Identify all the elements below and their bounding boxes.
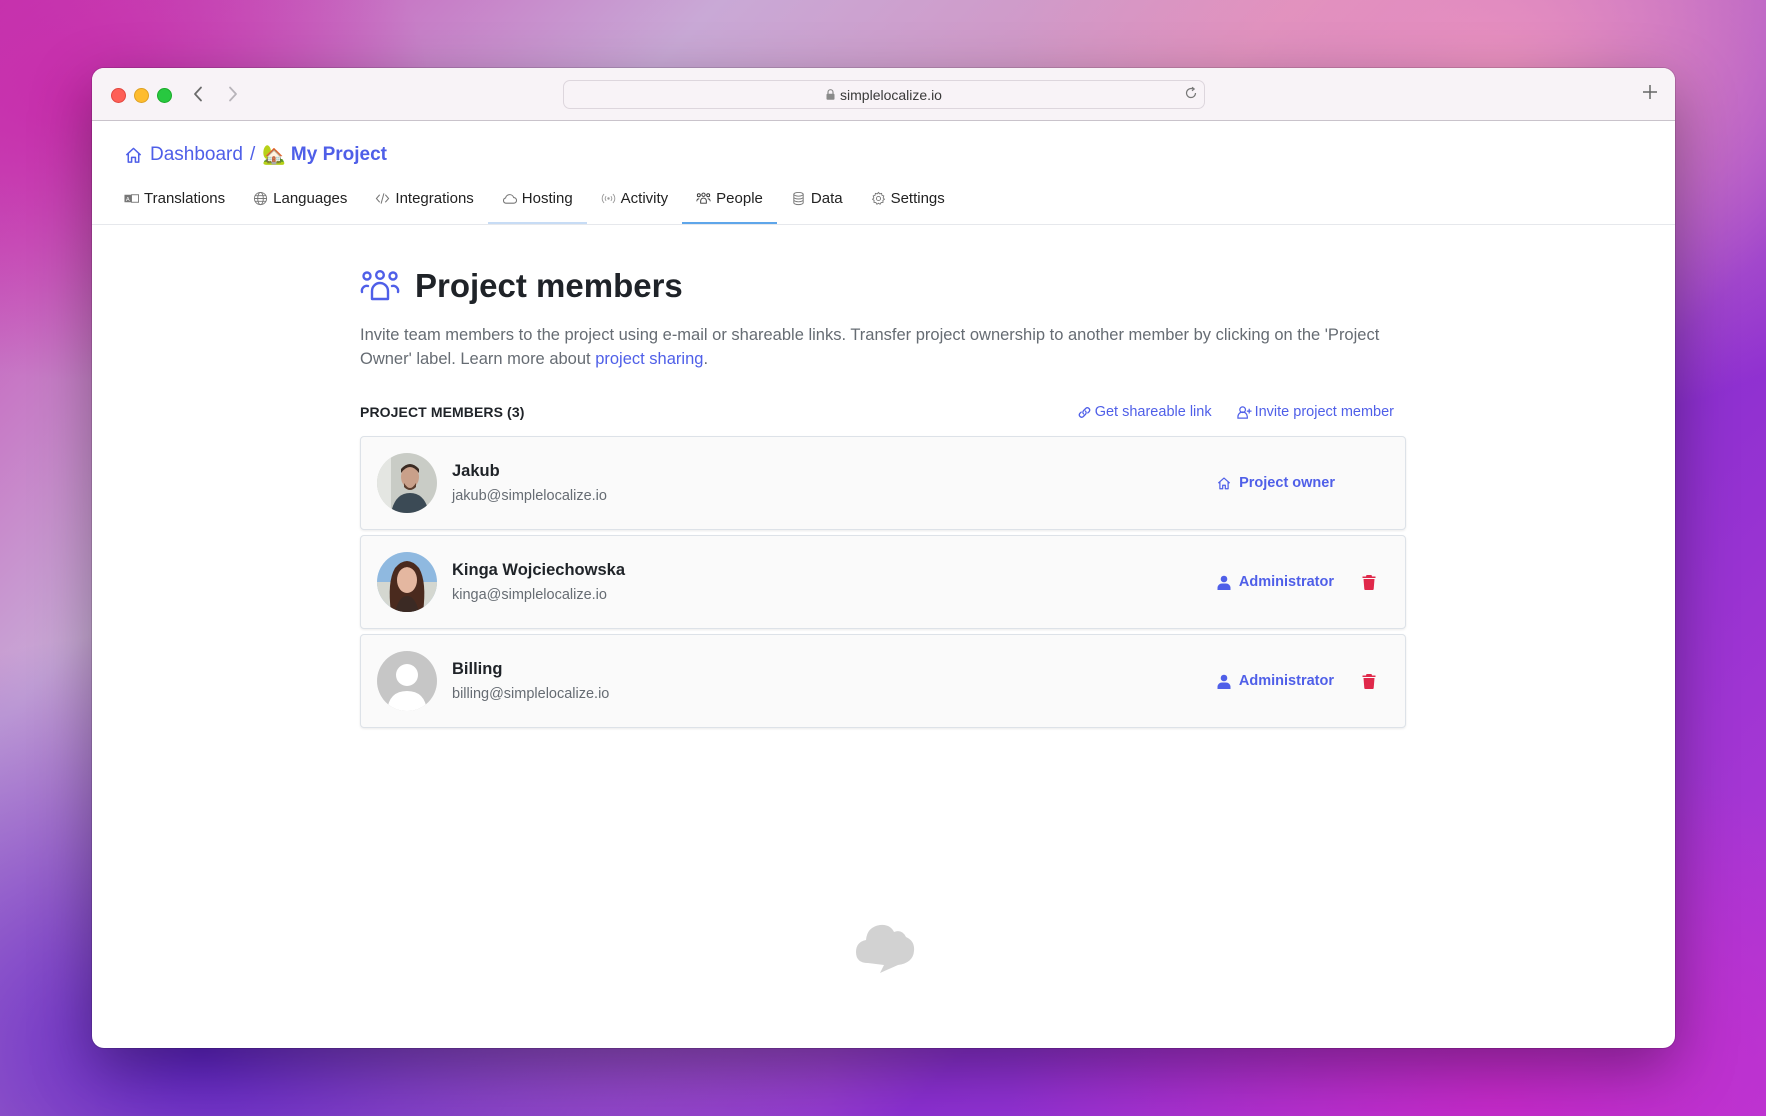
database-icon [793, 191, 804, 206]
project-sharing-link[interactable]: project sharing [595, 350, 703, 368]
member-role-button[interactable]: Administrator [1217, 574, 1334, 590]
globe-icon [254, 191, 268, 206]
member-info: Jakub jakub@simplelocalize.io [452, 462, 607, 504]
forward-button[interactable] [222, 82, 244, 106]
member-name: Billing [452, 660, 503, 678]
tab-label: Activity [620, 190, 669, 207]
member-info: Kinga Wojciechowska kinga@simplelocalize… [452, 561, 625, 603]
avatar [377, 453, 437, 513]
link-icon [1078, 406, 1090, 418]
browser-window: simplelocalize.io Dashboard / 🏡 My Proje… [92, 68, 1675, 1048]
get-shareable-link-label: Get shareable link [1094, 404, 1212, 420]
browser-toolbar: simplelocalize.io [92, 68, 1675, 121]
broadcast-icon [601, 193, 615, 204]
avatar [377, 651, 437, 711]
tab-label: Settings [890, 190, 945, 207]
member-role: Project owner [1239, 475, 1335, 491]
trash-icon[interactable] [1362, 673, 1376, 689]
tab-label: Translations [144, 190, 226, 207]
breadcrumb-project[interactable]: My Project [291, 144, 387, 166]
section-title: PROJECT MEMBERS (3) [360, 404, 525, 420]
user-icon [1217, 575, 1231, 590]
home-icon [125, 147, 142, 163]
member-name: Jakub [452, 462, 500, 480]
members-list: Jakub jakub@simplelocalize.io Project ow… [360, 436, 1406, 728]
breadcrumb-separator: / [249, 144, 256, 165]
main-content: Project members Invite team members to t… [360, 225, 1406, 733]
member-card: Jakub jakub@simplelocalize.io Project ow… [360, 436, 1406, 530]
tab-label: People [716, 190, 763, 207]
tab-translations[interactable]: A Translations [110, 173, 239, 224]
members-section-header: PROJECT MEMBERS (3) Get shareable link I… [360, 399, 1406, 425]
page-title: Project members [415, 267, 683, 304]
gear-icon [871, 191, 885, 205]
tab-people[interactable]: People [682, 173, 777, 224]
member-email: kinga@simplelocalize.io [452, 587, 607, 603]
member-role: Administrator [1238, 673, 1334, 689]
page-header: Project members [360, 267, 1406, 305]
code-icon [376, 193, 390, 204]
maximize-window-button[interactable] [157, 88, 172, 103]
people-icon [360, 270, 400, 301]
get-shareable-link-button[interactable]: Get shareable link [1077, 404, 1212, 420]
tab-hosting[interactable]: Hosting [487, 173, 587, 224]
reload-icon[interactable] [1184, 86, 1198, 100]
people-icon [696, 192, 711, 204]
lock-icon [826, 89, 835, 100]
cloud-logo-icon [856, 924, 915, 973]
member-card: Billing billing@simplelocalize.io Admini… [360, 634, 1406, 728]
avatar [377, 552, 437, 612]
tab-label: Hosting [521, 190, 573, 207]
window-controls [111, 88, 172, 103]
user-plus-icon [1236, 405, 1252, 419]
member-role: Administrator [1238, 574, 1334, 590]
project-owner-button[interactable]: Project owner [1217, 475, 1335, 491]
tab-data[interactable]: Data [777, 173, 857, 224]
cloud-icon [502, 194, 517, 204]
tab-settings[interactable]: Settings [857, 173, 959, 224]
invite-member-label: Invite project member [1254, 404, 1394, 420]
tab-activity[interactable]: Activity [587, 173, 683, 224]
member-name: Kinga Wojciechowska [452, 561, 625, 579]
chevron-right-icon [229, 86, 237, 102]
page-description: Invite team members to the project using… [360, 323, 1406, 371]
trash-icon[interactable] [1362, 574, 1376, 590]
project-tabs: A Translations Languages Integrations Ho… [110, 173, 959, 224]
description-suffix: . [703, 350, 709, 368]
svg-text:A: A [126, 197, 130, 203]
description-text: Invite team members to the project using… [360, 326, 1380, 368]
address-bar[interactable]: simplelocalize.io [563, 80, 1205, 109]
chevron-left-icon [194, 86, 202, 102]
member-role-button[interactable]: Administrator [1217, 673, 1334, 689]
member-info: Billing billing@simplelocalize.io [452, 660, 609, 702]
invite-member-button[interactable]: Invite project member [1236, 404, 1394, 420]
breadcrumb-dashboard[interactable]: Dashboard [150, 144, 243, 166]
member-email: billing@simplelocalize.io [452, 686, 610, 702]
plus-icon[interactable] [1641, 83, 1659, 101]
project-emoji: 🏡 [262, 145, 286, 166]
close-window-button[interactable] [111, 88, 126, 103]
tab-label: Data [810, 190, 843, 207]
tab-integrations[interactable]: Integrations [361, 173, 487, 224]
translate-icon: A [124, 194, 139, 203]
member-email: jakub@simplelocalize.io [452, 488, 607, 504]
user-icon [1217, 674, 1231, 689]
tab-languages[interactable]: Languages [239, 173, 361, 224]
tab-label: Integrations [395, 190, 474, 207]
tab-label: Languages [273, 190, 348, 207]
member-actions: Get shareable link Invite project member [1077, 404, 1394, 420]
minimize-window-button[interactable] [134, 88, 149, 103]
home-icon [1218, 476, 1231, 489]
breadcrumb: Dashboard / 🏡 My Project [124, 143, 387, 167]
back-button[interactable] [187, 82, 209, 106]
url-text: simplelocalize.io [840, 86, 942, 103]
app-header: Dashboard / 🏡 My Project A Translations … [92, 121, 1675, 225]
member-card: Kinga Wojciechowska kinga@simplelocalize… [360, 535, 1406, 629]
